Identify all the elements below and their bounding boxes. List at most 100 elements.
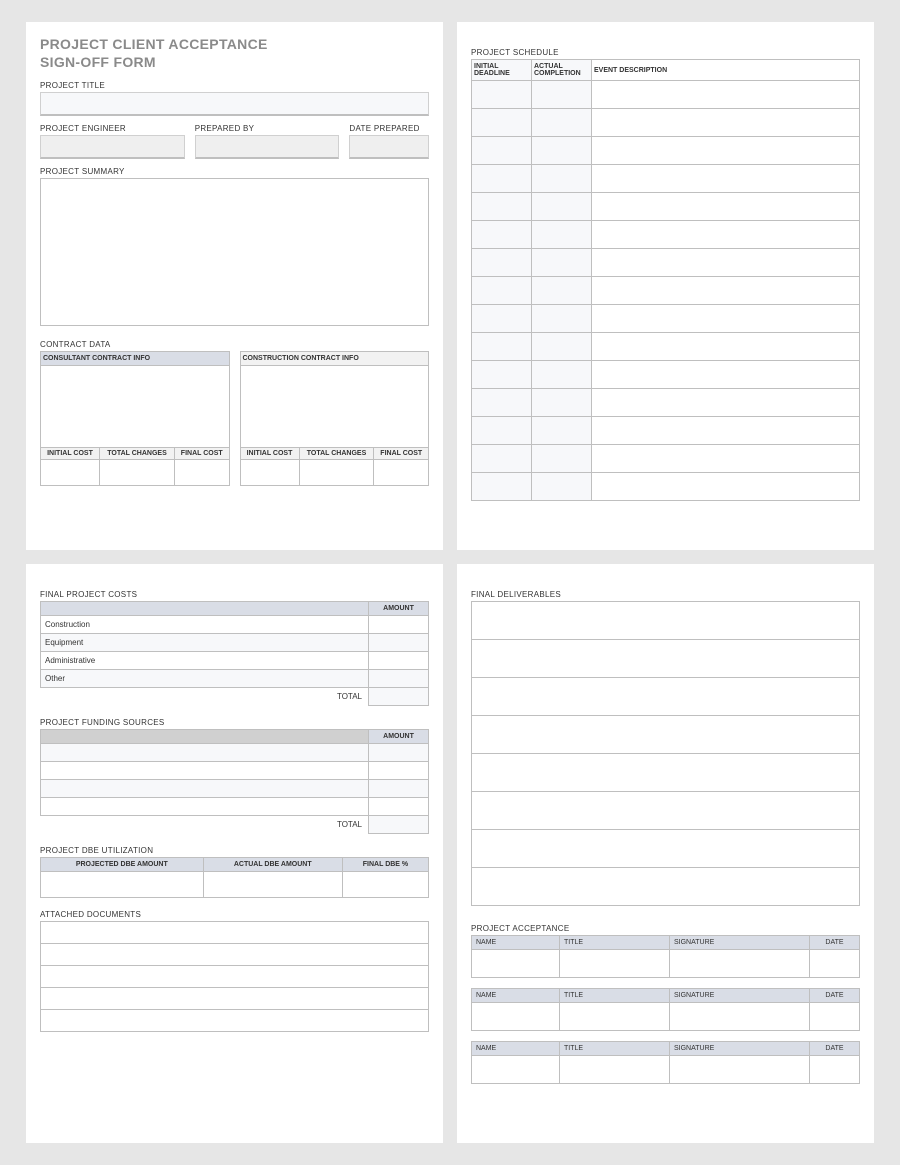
final-dbe-pct-value[interactable] — [342, 872, 428, 898]
acceptance-name-value[interactable] — [472, 1056, 560, 1084]
acceptance-name-value[interactable] — [472, 1003, 560, 1031]
projected-dbe-value[interactable] — [41, 872, 204, 898]
date-prepared-input[interactable] — [349, 135, 429, 159]
schedule-event-description[interactable] — [592, 389, 860, 417]
schedule-event-description[interactable] — [592, 137, 860, 165]
schedule-initial-deadline[interactable] — [472, 277, 532, 305]
schedule-actual-completion[interactable] — [532, 81, 592, 109]
acceptance-signature-value[interactable] — [670, 950, 810, 978]
schedule-event-description[interactable] — [592, 109, 860, 137]
schedule-actual-completion[interactable] — [532, 165, 592, 193]
construction-info-cell[interactable] — [240, 366, 429, 448]
schedule-actual-completion[interactable] — [532, 445, 592, 473]
schedule-actual-completion[interactable] — [532, 389, 592, 417]
attached-document-row[interactable] — [41, 922, 429, 944]
schedule-actual-completion[interactable] — [532, 109, 592, 137]
schedule-initial-deadline[interactable] — [472, 445, 532, 473]
costs-total-value[interactable] — [369, 688, 429, 706]
schedule-initial-deadline[interactable] — [472, 165, 532, 193]
schedule-initial-deadline[interactable] — [472, 81, 532, 109]
schedule-event-description[interactable] — [592, 361, 860, 389]
schedule-initial-deadline[interactable] — [472, 417, 532, 445]
schedule-event-description[interactable] — [592, 277, 860, 305]
deliverable-row[interactable] — [472, 868, 860, 906]
schedule-actual-completion[interactable] — [532, 137, 592, 165]
consultant-initial-cost[interactable] — [41, 460, 100, 486]
schedule-initial-deadline[interactable] — [472, 305, 532, 333]
attached-document-row[interactable] — [41, 988, 429, 1010]
deliverable-row[interactable] — [472, 602, 860, 640]
acceptance-date-value[interactable] — [810, 1003, 860, 1031]
schedule-actual-completion[interactable] — [532, 193, 592, 221]
schedule-initial-deadline[interactable] — [472, 193, 532, 221]
schedule-event-description[interactable] — [592, 445, 860, 473]
schedule-actual-completion[interactable] — [532, 277, 592, 305]
project-title-input[interactable] — [40, 92, 429, 116]
acceptance-title-value[interactable] — [560, 1003, 670, 1031]
funding-total-value[interactable] — [369, 816, 429, 834]
schedule-event-description[interactable] — [592, 165, 860, 193]
deliverable-row[interactable] — [472, 792, 860, 830]
schedule-initial-deadline[interactable] — [472, 109, 532, 137]
acceptance-signature-value[interactable] — [670, 1003, 810, 1031]
schedule-event-description[interactable] — [592, 81, 860, 109]
acceptance-date-value[interactable] — [810, 950, 860, 978]
cost-row-amount[interactable] — [369, 616, 429, 634]
schedule-event-description[interactable] — [592, 305, 860, 333]
deliverable-row[interactable] — [472, 678, 860, 716]
schedule-actual-completion[interactable] — [532, 221, 592, 249]
acceptance-name-value[interactable] — [472, 950, 560, 978]
project-summary-input[interactable] — [40, 178, 429, 326]
funding-source-amount[interactable] — [369, 744, 429, 762]
deliverable-row[interactable] — [472, 754, 860, 792]
funding-source-amount[interactable] — [369, 780, 429, 798]
schedule-event-description[interactable] — [592, 473, 860, 501]
deliverable-row[interactable] — [472, 716, 860, 754]
construction-final-cost[interactable] — [374, 460, 429, 486]
acceptance-signature-value[interactable] — [670, 1056, 810, 1084]
consultant-final-cost[interactable] — [174, 460, 229, 486]
schedule-actual-completion[interactable] — [532, 473, 592, 501]
schedule-event-description[interactable] — [592, 193, 860, 221]
consultant-total-changes[interactable] — [100, 460, 175, 486]
schedule-event-description[interactable] — [592, 249, 860, 277]
schedule-initial-deadline[interactable] — [472, 333, 532, 361]
schedule-initial-deadline[interactable] — [472, 473, 532, 501]
schedule-actual-completion[interactable] — [532, 361, 592, 389]
schedule-actual-completion[interactable] — [532, 417, 592, 445]
attached-document-row[interactable] — [41, 944, 429, 966]
schedule-actual-completion[interactable] — [532, 333, 592, 361]
consultant-info-cell[interactable] — [41, 366, 230, 448]
deliverable-row[interactable] — [472, 830, 860, 868]
schedule-initial-deadline[interactable] — [472, 221, 532, 249]
attached-document-row[interactable] — [41, 1010, 429, 1032]
funding-source-label[interactable] — [41, 780, 369, 798]
attached-document-row[interactable] — [41, 966, 429, 988]
prepared-by-input[interactable] — [195, 135, 340, 159]
project-engineer-input[interactable] — [40, 135, 185, 159]
cost-row-amount[interactable] — [369, 670, 429, 688]
cost-row-amount[interactable] — [369, 652, 429, 670]
schedule-event-description[interactable] — [592, 417, 860, 445]
schedule-event-description[interactable] — [592, 333, 860, 361]
deliverable-row[interactable] — [472, 640, 860, 678]
acceptance-title-value[interactable] — [560, 1056, 670, 1084]
schedule-event-description[interactable] — [592, 221, 860, 249]
schedule-initial-deadline[interactable] — [472, 249, 532, 277]
schedule-actual-completion[interactable] — [532, 249, 592, 277]
funding-source-amount[interactable] — [369, 762, 429, 780]
funding-source-label[interactable] — [41, 798, 369, 816]
schedule-initial-deadline[interactable] — [472, 361, 532, 389]
acceptance-date-value[interactable] — [810, 1056, 860, 1084]
acceptance-title-value[interactable] — [560, 950, 670, 978]
funding-source-amount[interactable] — [369, 798, 429, 816]
actual-dbe-value[interactable] — [203, 872, 342, 898]
construction-initial-cost[interactable] — [240, 460, 299, 486]
construction-total-changes[interactable] — [299, 460, 374, 486]
schedule-initial-deadline[interactable] — [472, 137, 532, 165]
schedule-initial-deadline[interactable] — [472, 389, 532, 417]
schedule-actual-completion[interactable] — [532, 305, 592, 333]
funding-source-label[interactable] — [41, 762, 369, 780]
funding-source-label[interactable] — [41, 744, 369, 762]
cost-row-amount[interactable] — [369, 634, 429, 652]
